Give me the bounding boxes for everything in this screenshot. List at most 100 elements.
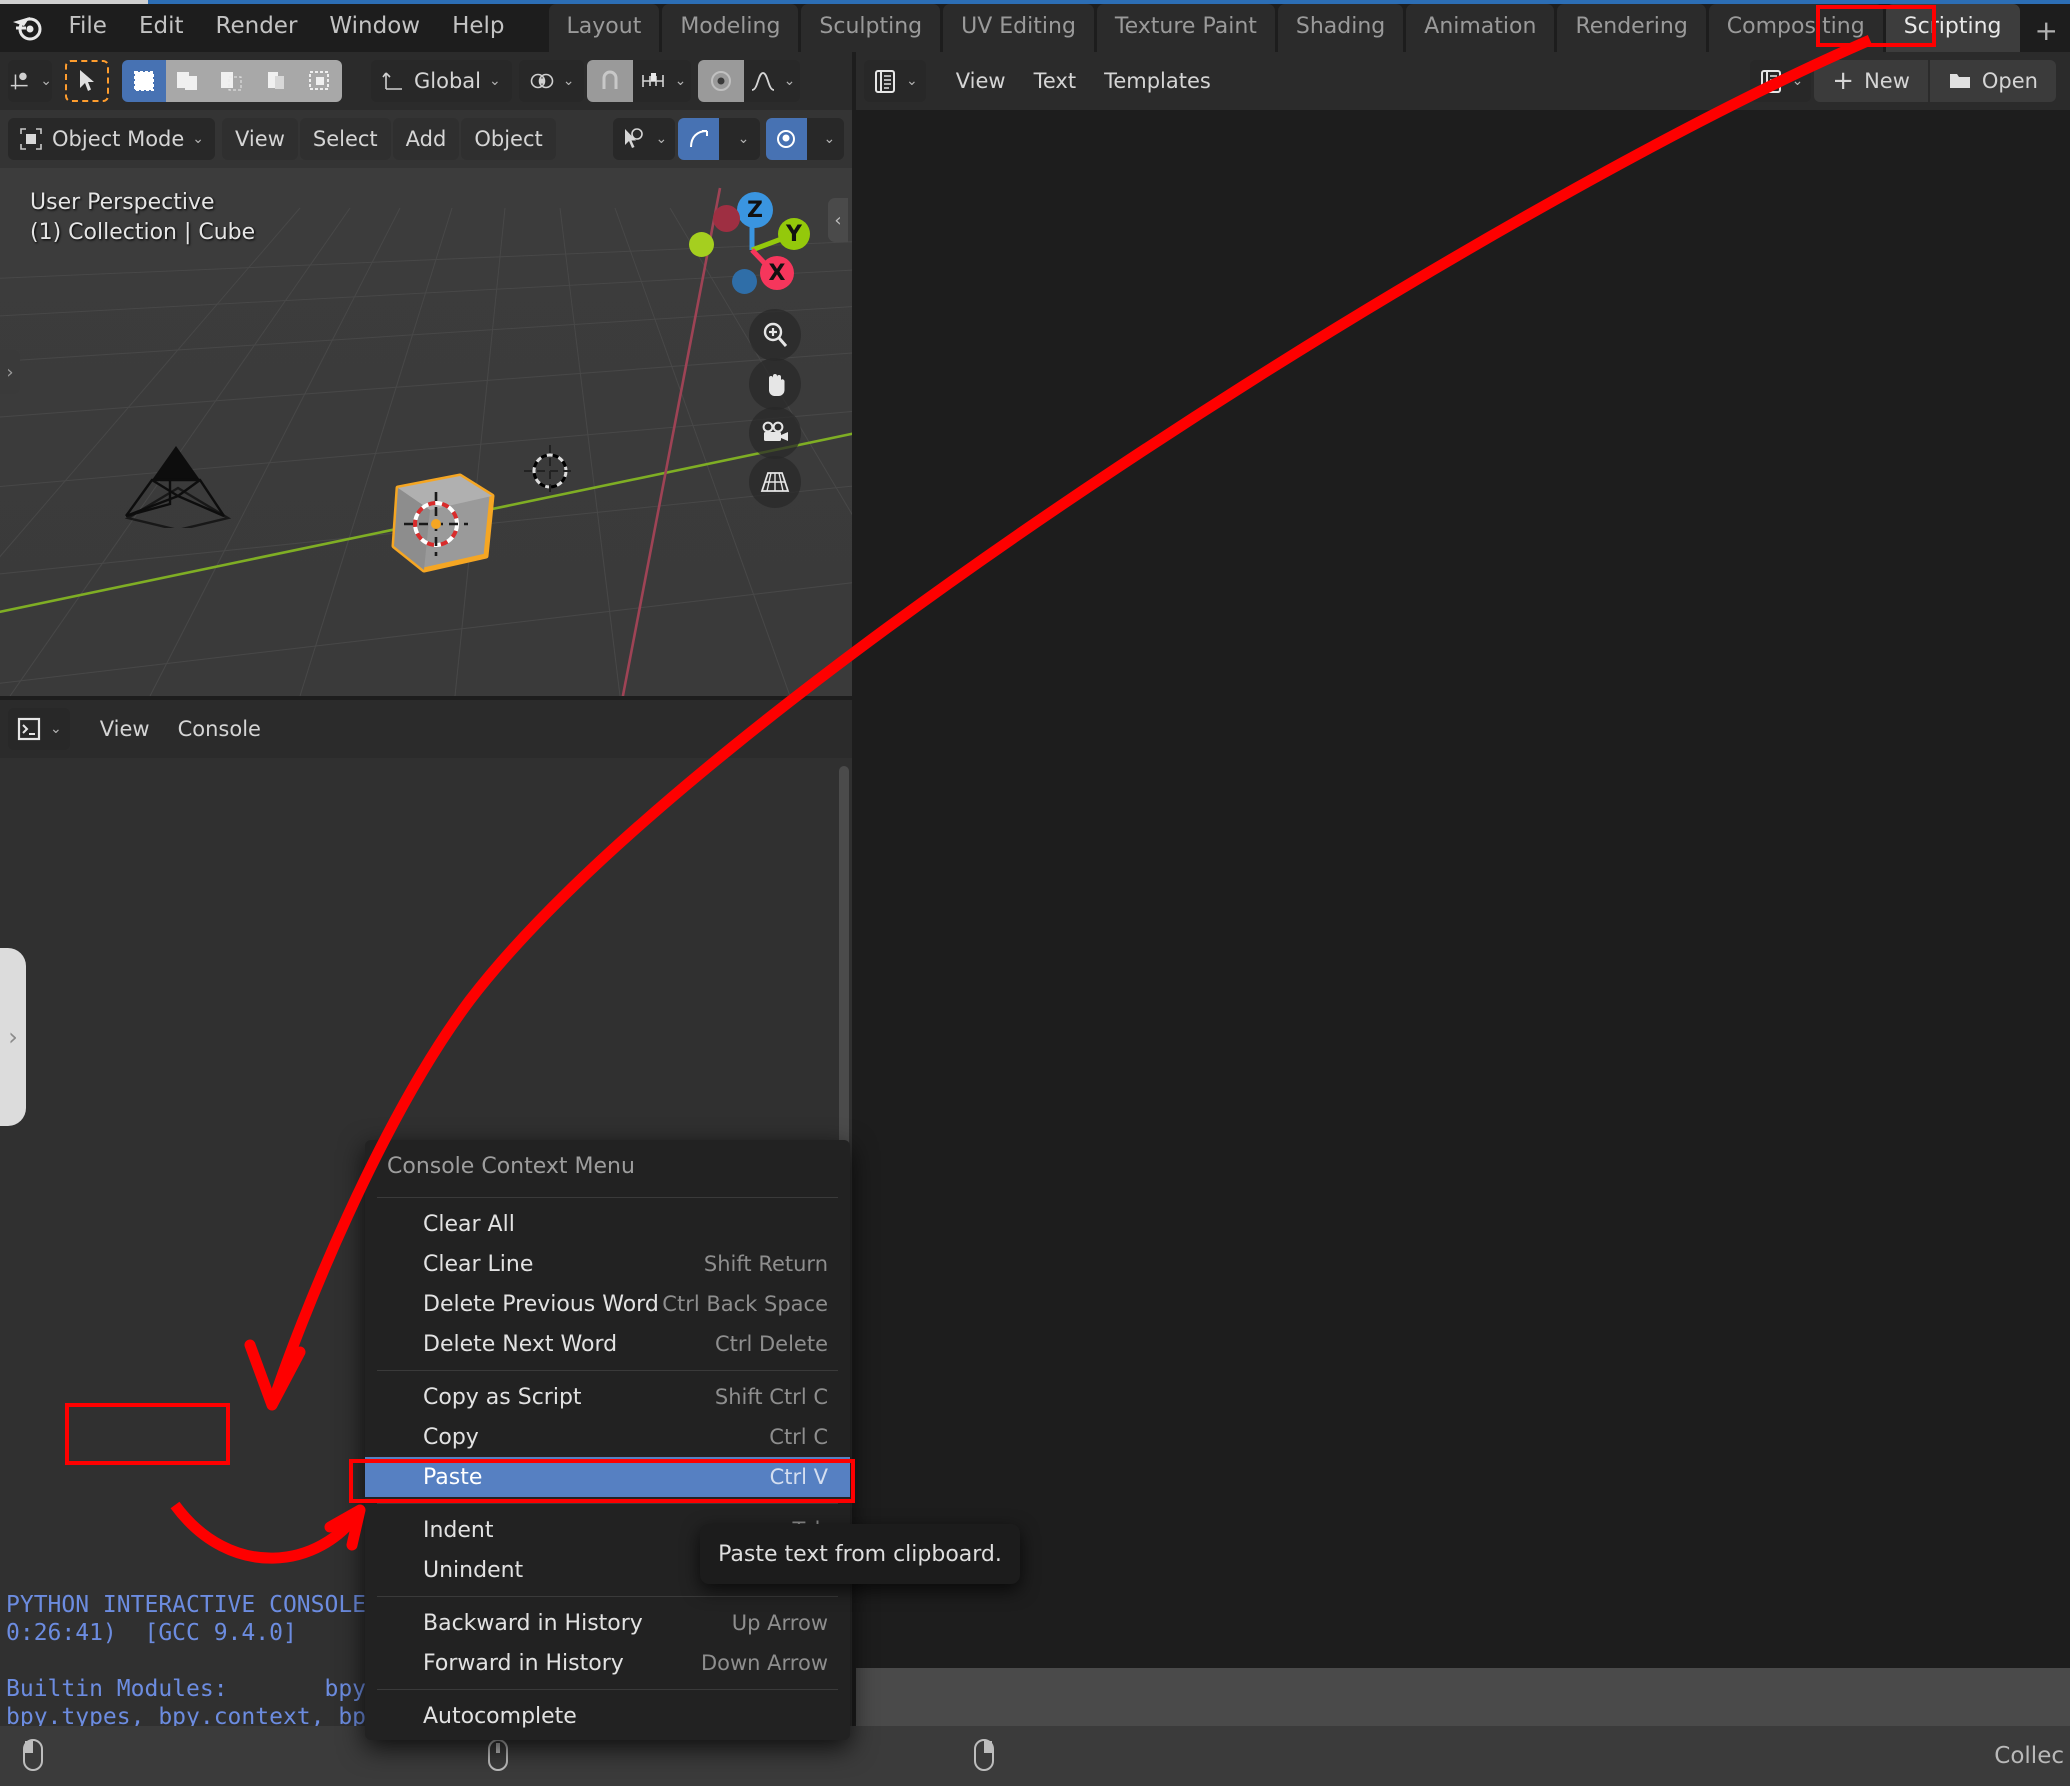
camera-view-icon[interactable] — [749, 407, 801, 459]
folder-open-icon — [1949, 74, 1970, 88]
menu-item-clear-all[interactable]: Clear All — [365, 1204, 850, 1244]
snap-dropdown[interactable]: ⌄ — [719, 118, 760, 160]
navigation-gizmo[interactable]: Z Y X — [672, 178, 812, 308]
visibility-button[interactable]: ⌄ — [613, 118, 676, 160]
workspace-tab-sculpting[interactable]: Sculpting — [801, 4, 941, 52]
text-menu-templates[interactable]: Templates — [1091, 60, 1224, 102]
select-box-icon[interactable] — [122, 60, 166, 102]
chevron-down-icon: ⌄ — [737, 131, 750, 147]
open-text-button[interactable]: Open — [1927, 60, 2056, 102]
camera-object[interactable] — [118, 418, 238, 528]
text-editor-type-button[interactable]: ⌄ — [864, 60, 926, 102]
snapping-group: ⌄ — [587, 60, 692, 102]
menu-item-autocomplete[interactable]: Autocomplete — [365, 1696, 850, 1736]
menu-edit[interactable]: Edit — [123, 7, 200, 45]
workspace-tab-rendering[interactable]: Rendering — [1557, 4, 1706, 52]
workspace-tab-uv-editing[interactable]: UV Editing — [943, 4, 1094, 52]
menu-item-forward-in-history[interactable]: Forward in History Down Arrow — [365, 1643, 850, 1683]
zoom-icon[interactable] — [749, 309, 801, 361]
workspace-tab-texture-paint[interactable]: Texture Paint — [1096, 4, 1275, 52]
menu-file[interactable]: File — [52, 7, 123, 45]
select-box-subtract-icon[interactable] — [210, 60, 254, 102]
workspace-tab-modeling[interactable]: Modeling — [662, 4, 799, 52]
text-menu-text[interactable]: Text — [1021, 60, 1089, 102]
menu-divider — [377, 1197, 838, 1198]
viewport-menu-view[interactable]: View — [222, 118, 298, 160]
menu-item-label: Delete Previous Word — [423, 1291, 659, 1317]
mouse-right-icon — [973, 1738, 995, 1776]
top-bar: File Edit Render Window Help Layout Mode… — [0, 0, 2070, 52]
menu-window[interactable]: Window — [313, 7, 436, 45]
workspace-tabs: Layout Modeling Sculpting UV Editing Tex… — [548, 0, 2070, 52]
console-editor-type-button[interactable]: ⌄ — [8, 708, 70, 750]
text-menu-view[interactable]: View — [943, 60, 1019, 102]
menu-help[interactable]: Help — [436, 7, 520, 45]
chevron-down-icon: ⌄ — [655, 131, 668, 147]
console-panel-toggle[interactable]: › — [0, 948, 26, 1126]
console-menu-console[interactable]: Console — [165, 708, 274, 750]
menu-item-delete-previous-word[interactable]: Delete Previous Word Ctrl Back Space — [365, 1284, 850, 1324]
pan-hand-icon[interactable] — [749, 358, 801, 410]
blender-logo-icon[interactable] — [8, 0, 46, 52]
viewport-toolbar-toggle[interactable]: › — [0, 350, 20, 394]
proportional-dropdown[interactable]: ⌄ — [806, 118, 844, 160]
menu-item-label: Autocomplete — [423, 1703, 577, 1729]
workspace-tab-shading[interactable]: Shading — [1277, 4, 1404, 52]
menu-divider — [377, 1689, 838, 1690]
gizmo-axis-z-negative[interactable] — [732, 269, 757, 294]
cursor-options-icon[interactable]: ⌄ — [8, 60, 52, 102]
gizmo-axis-x-negative[interactable] — [713, 205, 740, 232]
proportional-falloff-button[interactable]: ⌄ — [744, 60, 801, 102]
workspace-tab-scripting[interactable]: Scripting — [1885, 4, 2020, 52]
viewport-menu-select[interactable]: Select — [299, 118, 391, 160]
viewport-menu-add[interactable]: Add — [392, 118, 460, 160]
menu-item-shortcut: Up Arrow — [731, 1611, 828, 1635]
gizmo-x-label: X — [768, 260, 786, 286]
gizmo-axis-z[interactable]: Z — [737, 192, 773, 228]
chevron-down-icon: ⌄ — [40, 73, 52, 89]
add-workspace-button[interactable]: + — [2023, 10, 2070, 52]
workspace-tab-layout[interactable]: Layout — [548, 4, 660, 52]
menu-render[interactable]: Render — [200, 7, 314, 45]
snap-magnet-icon[interactable] — [587, 60, 634, 102]
3d-cursor-widget-icon — [404, 492, 468, 556]
viewport-menu-object[interactable]: Object — [461, 118, 556, 160]
object-mode-button[interactable]: Object Mode ⌄ — [8, 118, 216, 160]
toggle-ortho-grid-icon[interactable] — [749, 456, 801, 508]
menu-divider — [377, 1596, 838, 1597]
proportional-editing-icon[interactable] — [765, 118, 807, 160]
gizmo-axis-x[interactable]: X — [760, 256, 794, 290]
menu-item-copy[interactable]: Copy Ctrl C — [365, 1417, 850, 1457]
proportional-edit-icon[interactable] — [698, 60, 745, 102]
tweak-select-icon[interactable] — [65, 60, 109, 102]
workspace-tab-compositing[interactable]: Compositing — [1708, 4, 1883, 52]
menu-item-paste[interactable]: Paste Ctrl V — [365, 1457, 850, 1497]
snap-target-button[interactable]: ⌄ — [633, 60, 692, 102]
menu-divider — [377, 1503, 838, 1504]
select-box-difference-icon[interactable] — [254, 60, 298, 102]
chevron-down-icon: ⌄ — [1791, 73, 1804, 89]
snap-icon[interactable] — [678, 118, 720, 160]
topbar-accent-line — [0, 0, 2070, 4]
gizmo-axis-y-negative[interactable] — [689, 232, 714, 257]
select-box-intersect-icon[interactable] — [298, 60, 342, 102]
menu-item-label: Indent — [423, 1517, 494, 1543]
workspace-tab-animation[interactable]: Animation — [1406, 4, 1555, 52]
snap-toggle-group: ⌄ — [678, 118, 760, 160]
gizmo-axis-y[interactable]: Y — [778, 218, 810, 250]
text-editor-canvas[interactable] — [856, 110, 2070, 1668]
pivot-point-button[interactable]: ⌄ — [518, 60, 585, 102]
transform-orientation-button[interactable]: Global ⌄ — [371, 60, 512, 102]
menu-item-backward-in-history[interactable]: Backward in History Up Arrow — [365, 1603, 850, 1643]
menu-item-delete-next-word[interactable]: Delete Next Word Ctrl Delete — [365, 1324, 850, 1364]
new-text-button[interactable]: + New — [1814, 60, 1928, 102]
select-box-extend-icon[interactable] — [166, 60, 210, 102]
viewport-3d-canvas[interactable]: User Perspective (1) Collection | Cube ›… — [0, 168, 852, 696]
menu-item-clear-line[interactable]: Clear Line Shift Return — [365, 1244, 850, 1284]
context-menu-title: Console Context Menu — [387, 1154, 635, 1179]
proportional-group: ⌄ — [698, 60, 801, 102]
console-menu-view[interactable]: View — [87, 708, 163, 750]
menu-item-copy-as-script[interactable]: Copy as Script Shift Ctrl C — [365, 1377, 850, 1417]
text-datablock-button[interactable]: ⌄ — [1749, 60, 1812, 102]
viewport-sidebar-toggle[interactable]: ‹ — [828, 198, 848, 242]
